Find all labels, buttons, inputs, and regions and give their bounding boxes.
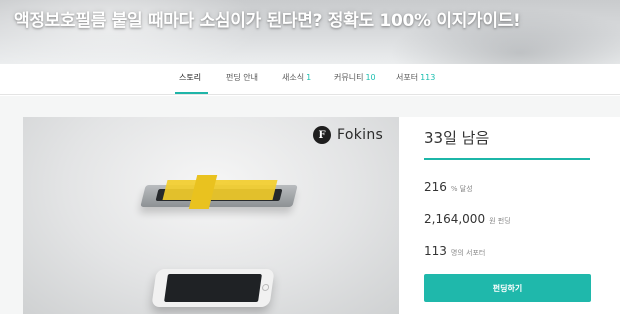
hero-banner: 액정보호필름 붙일 때마다 소심이가 된다면? 정확도 100% 이지가이드! <box>0 0 620 64</box>
tab-bar: 스토리 펀딩 안내 새소식 1 커뮤니티 10 서포터 113 <box>0 64 620 95</box>
tab-funding-info-label: 펀딩 안내 <box>226 73 258 82</box>
tab-supporters-label: 서포터 <box>396 73 419 82</box>
phone-image <box>151 269 275 307</box>
active-tab-indicator <box>175 92 208 94</box>
phone-screen <box>164 274 262 302</box>
tab-story-label: 스토리 <box>179 73 202 82</box>
achievement-value: 216 <box>424 180 447 194</box>
supporters-stat: 113 명의 서포터 <box>424 240 485 259</box>
tab-story[interactable]: 스토리 <box>179 72 201 83</box>
tab-supporters[interactable]: 서포터 113 <box>396 72 435 83</box>
brand-name: Fokins <box>337 127 384 143</box>
achievement-stat: 216% 달성 <box>424 176 473 195</box>
brand-logo: F Fokins <box>313 126 383 144</box>
page-title: 액정보호필름 붙일 때마다 소심이가 된다면? 정확도 100% 이지가이드! <box>14 11 521 31</box>
funding-panel: 33일 남음 216% 달성 2,164,000 원 펀딩 113 명의 서포터 펀… <box>399 117 620 314</box>
achievement-unit: % 달성 <box>450 185 473 193</box>
tab-community-count: 10 <box>365 73 376 82</box>
product-video[interactable]: F Fokins <box>23 117 399 314</box>
tab-news[interactable]: 새소식 1 <box>282 72 311 83</box>
tab-news-label: 새소식 <box>282 73 305 82</box>
tab-community-label: 커뮤니티 <box>334 73 364 82</box>
main-content: F Fokins 33일 남음 216% 달성 2,164,000 원 펀딩 11… <box>0 96 620 314</box>
supporters-value: 113 <box>424 244 447 258</box>
fund-button[interactable]: 펀딩하기 <box>424 274 591 302</box>
amount-value: 2,164,000 <box>424 212 486 226</box>
jig-yellow-guide <box>162 180 278 200</box>
phone-home-button <box>261 284 270 291</box>
tab-funding-info[interactable]: 펀딩 안내 <box>226 72 258 83</box>
days-remaining: 33일 남음 <box>424 129 490 147</box>
days-divider <box>424 158 590 160</box>
supporters-unit: 명의 서포터 <box>450 249 486 257</box>
tab-supporters-count: 113 <box>420 73 436 82</box>
brand-mark-icon: F <box>313 126 331 144</box>
tab-community[interactable]: 커뮤니티 10 <box>334 72 376 83</box>
tab-news-count: 1 <box>306 73 312 82</box>
guide-jig-image <box>140 175 298 213</box>
amount-unit: 원 펀딩 <box>489 217 511 225</box>
amount-stat: 2,164,000 원 펀딩 <box>424 208 511 227</box>
